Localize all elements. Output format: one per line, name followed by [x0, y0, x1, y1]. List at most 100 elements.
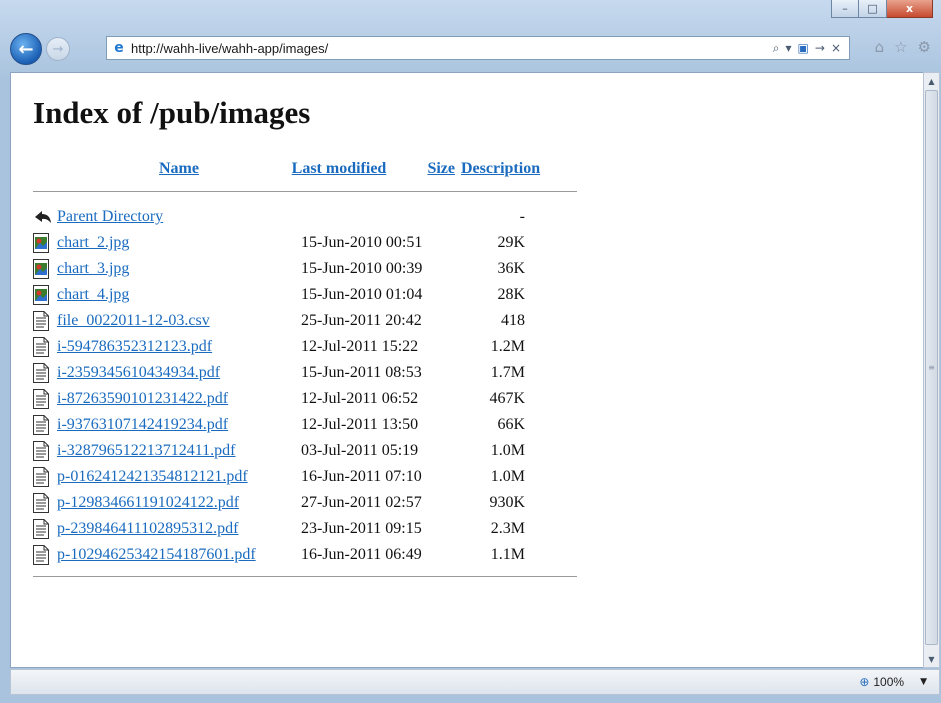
- image-file-icon: [33, 233, 57, 253]
- file-modified: 15-Jun-2010 00:51: [301, 234, 423, 251]
- file-link[interactable]: p-129834661191024122.pdf: [57, 494, 239, 511]
- file-link[interactable]: chart_2.jpg: [57, 234, 129, 251]
- back-folder-icon: [33, 208, 57, 226]
- zoom-magnifier-icon: ⊕: [859, 675, 870, 689]
- address-bar[interactable]: e http://wahh-live/wahh-app/images/ ⌕ ▾ …: [106, 36, 850, 60]
- file-link[interactable]: i-328796512213712411.pdf: [57, 442, 236, 459]
- zoom-control[interactable]: ⊕ 100% ▼: [859, 675, 927, 689]
- file-modified: 16-Jun-2011 06:49: [301, 546, 422, 563]
- image-file-icon: [33, 285, 57, 305]
- maximize-button[interactable]: □: [859, 0, 887, 18]
- file-modified: 12-Jul-2011 06:52: [301, 390, 419, 407]
- file-modified: 16-Jun-2011 07:10: [301, 468, 422, 485]
- text-file-icon: [33, 415, 57, 435]
- text-file-icon: [33, 545, 57, 565]
- file-row: p-10294625342154187601.pdf 16-Jun-2011 06…: [33, 542, 577, 568]
- listing-header: Name Last modified Size Description: [33, 155, 577, 183]
- file-size: 66K: [497, 416, 525, 433]
- vertical-scrollbar[interactable]: ▲ ≡ ▼: [923, 72, 940, 668]
- scroll-up-arrow-icon[interactable]: ▲: [924, 73, 939, 89]
- file-modified: 27-Jun-2011 02:57: [301, 494, 422, 511]
- file-row: p-239846411102895312.pdf 23-Jun-2011 09:1…: [33, 516, 577, 542]
- file-size: 2.3M: [490, 520, 525, 537]
- back-button[interactable]: ←: [10, 33, 42, 65]
- file-link[interactable]: p-0162412421354812121.pdf: [57, 468, 248, 485]
- file-link[interactable]: p-239846411102895312.pdf: [57, 520, 238, 537]
- address-url[interactable]: http://wahh-live/wahh-app/images/: [131, 41, 773, 56]
- toolbar-icons: ⌂ ☆ ⚙: [875, 38, 931, 56]
- file-modified: 23-Jun-2011 09:15: [301, 520, 422, 537]
- file-row: chart_2.jpg 15-Jun-2010 00:51 29K: [33, 230, 577, 256]
- sort-by-description-link[interactable]: Description: [461, 160, 540, 177]
- parent-size: -: [519, 208, 525, 225]
- header-divider: [33, 191, 577, 192]
- file-link[interactable]: chart_3.jpg: [57, 260, 129, 277]
- file-modified: 15-Jun-2010 01:04: [301, 286, 423, 303]
- file-row: p-129834661191024122.pdf 27-Jun-2011 02:5…: [33, 490, 577, 516]
- file-size: 28K: [497, 286, 525, 303]
- sort-by-name-link[interactable]: Name: [159, 160, 199, 177]
- stop-icon[interactable]: ×: [831, 41, 841, 55]
- directory-listing: Name Last modified Size Description Pare…: [33, 155, 577, 577]
- text-file-icon: [33, 337, 57, 357]
- file-size: 467K: [489, 390, 525, 407]
- file-modified: 25-Jun-2011 20:42: [301, 312, 422, 329]
- forward-button[interactable]: →: [46, 37, 70, 61]
- dropdown-icon[interactable]: ▾: [786, 41, 792, 55]
- zoom-level: 100%: [873, 675, 905, 689]
- file-size: 36K: [497, 260, 525, 277]
- favorites-star-icon[interactable]: ☆: [894, 38, 907, 56]
- status-bar: ⊕ 100% ▼: [10, 669, 940, 695]
- sort-by-modified-link[interactable]: Last modified: [292, 160, 387, 177]
- home-icon[interactable]: ⌂: [875, 38, 885, 56]
- forward-arrow-icon: →: [52, 41, 64, 57]
- compatibility-icon[interactable]: ▣: [798, 41, 809, 55]
- file-modified: 12-Jul-2011 13:50: [301, 416, 419, 433]
- ie-page-icon: e: [114, 40, 124, 56]
- file-size: 1.0M: [490, 468, 525, 485]
- tools-gear-icon[interactable]: ⚙: [918, 38, 931, 56]
- file-link[interactable]: i-594786352312123.pdf: [57, 338, 212, 355]
- sort-by-size-link[interactable]: Size: [427, 160, 455, 177]
- parent-directory-link[interactable]: Parent Directory: [57, 208, 163, 225]
- file-row: i-93763107142419234.pdf 12-Jul-2011 13:50…: [33, 412, 577, 438]
- file-link[interactable]: i-2359345610434934.pdf: [57, 364, 220, 381]
- image-file-icon: [33, 259, 57, 279]
- browser-window: – □ x ← → e http://wahh-live/wahh-app/im…: [0, 0, 941, 703]
- search-icon[interactable]: ⌕: [773, 41, 780, 56]
- file-modified: 15-Jun-2010 00:39: [301, 260, 423, 277]
- file-size: 1.7M: [490, 364, 525, 381]
- file-row: file_0022011-12-03.csv 25-Jun-2011 20:42 4…: [33, 308, 577, 334]
- file-row: i-594786352312123.pdf 12-Jul-2011 15:22 1.…: [33, 334, 577, 360]
- file-link[interactable]: i-87263590101231422.pdf: [57, 390, 228, 407]
- footer-divider: [33, 576, 577, 577]
- file-size: 930K: [489, 494, 525, 511]
- file-link[interactable]: file_0022011-12-03.csv: [57, 312, 210, 329]
- text-file-icon: [33, 311, 57, 331]
- file-modified: 15-Jun-2011 08:53: [301, 364, 422, 381]
- scroll-down-arrow-icon[interactable]: ▼: [924, 651, 939, 667]
- file-row: chart_4.jpg 15-Jun-2010 01:04 28K: [33, 282, 577, 308]
- page-viewport: Index of /pub/images Name Last modified …: [10, 72, 923, 668]
- close-button[interactable]: x: [887, 0, 933, 18]
- file-link[interactable]: chart_4.jpg: [57, 286, 129, 303]
- file-size: 1.1M: [490, 546, 525, 563]
- refresh-icon[interactable]: →: [815, 41, 825, 55]
- scrollbar-thumb[interactable]: ≡: [925, 90, 938, 645]
- minimize-button[interactable]: –: [831, 0, 859, 18]
- parent-directory-row: Parent Directory -: [33, 204, 577, 230]
- zoom-dropdown-icon[interactable]: ▼: [920, 677, 927, 687]
- file-row: i-2359345610434934.pdf 15-Jun-2011 08:53 1…: [33, 360, 577, 386]
- text-file-icon: [33, 493, 57, 513]
- file-modified: 12-Jul-2011 15:22: [301, 338, 419, 355]
- back-arrow-icon: ←: [18, 38, 34, 60]
- file-row: chart_3.jpg 15-Jun-2010 00:39 36K: [33, 256, 577, 282]
- file-row: i-328796512213712411.pdf 03-Jul-2011 05:1…: [33, 438, 577, 464]
- file-link[interactable]: i-93763107142419234.pdf: [57, 416, 228, 433]
- text-file-icon: [33, 519, 57, 539]
- navigation-bar: ← → e http://wahh-live/wahh-app/images/ …: [10, 33, 933, 65]
- file-size: 1.2M: [490, 338, 525, 355]
- window-controls: – □ x: [831, 0, 933, 18]
- file-link[interactable]: p-10294625342154187601.pdf: [57, 546, 256, 563]
- text-file-icon: [33, 441, 57, 461]
